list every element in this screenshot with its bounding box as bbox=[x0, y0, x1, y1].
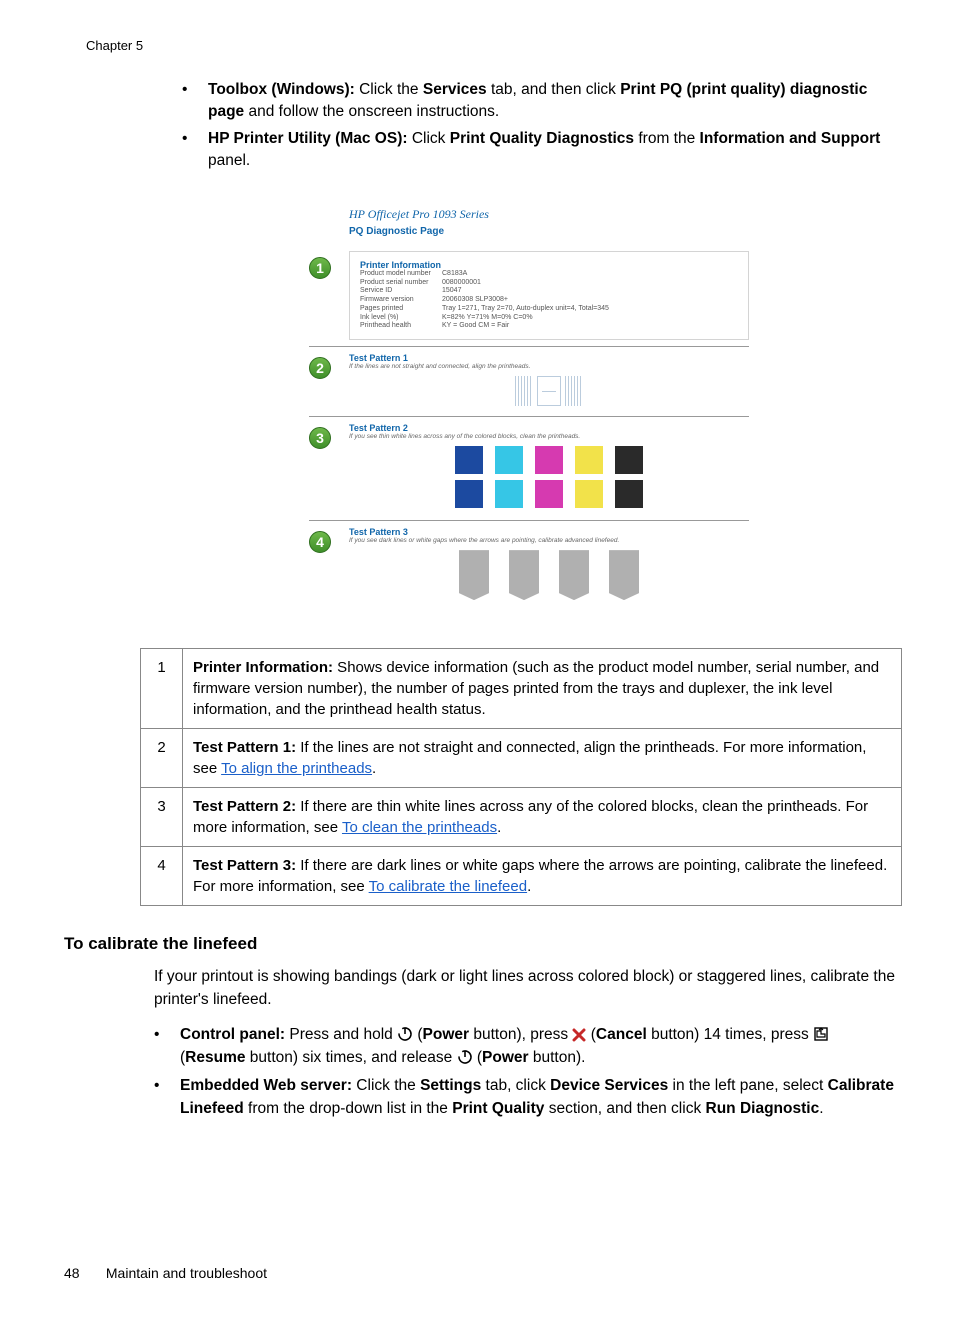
bullet-dot: • bbox=[182, 128, 208, 173]
power-icon bbox=[457, 1049, 473, 1065]
legend-num: 2 bbox=[141, 729, 183, 788]
bold-text: Cancel bbox=[596, 1026, 647, 1043]
bullet-text: Control panel: Press and hold (Power but… bbox=[180, 1023, 898, 1070]
t: panel. bbox=[208, 152, 250, 169]
footer-section: Maintain and troubleshoot bbox=[106, 1265, 267, 1281]
intro-para: If your printout is showing bandings (da… bbox=[154, 966, 898, 1011]
table-row: 1 Printer Information: Shows device info… bbox=[141, 649, 902, 729]
table-row: 2 Test Pattern 1: If the lines are not s… bbox=[141, 729, 902, 788]
printer-info-title: Printer Information bbox=[360, 260, 738, 270]
bold-text: Print Quality bbox=[452, 1100, 544, 1117]
b: HP Printer Utility (Mac OS): bbox=[208, 130, 408, 147]
resume-icon bbox=[813, 1026, 829, 1042]
bullet-dot: • bbox=[154, 1023, 180, 1070]
tp1-pattern bbox=[349, 376, 749, 406]
heading-calibrate-linefeed: To calibrate the linefeed bbox=[64, 934, 902, 954]
bullet-dot: • bbox=[154, 1074, 180, 1121]
legend-desc: Test Pattern 1: If the lines are not str… bbox=[183, 729, 902, 788]
tp2-title: Test Pattern 2 bbox=[349, 423, 749, 433]
tp1-title: Test Pattern 1 bbox=[349, 353, 749, 363]
bullet-text: Embedded Web server: Click the Settings … bbox=[180, 1074, 898, 1121]
table-row: 4 Test Pattern 3: If there are dark line… bbox=[141, 847, 902, 906]
main-content: • Toolbox (Windows): Click the Services … bbox=[182, 79, 902, 1120]
link-clean-printheads[interactable]: To clean the printheads bbox=[342, 819, 497, 836]
t: Click bbox=[408, 130, 450, 147]
printer-info-labels: Product model number Product serial numb… bbox=[360, 270, 442, 331]
top-bullet-list: • Toolbox (Windows): Click the Services … bbox=[182, 79, 902, 173]
tp1-sub: If the lines are not straight and connec… bbox=[349, 363, 749, 370]
diagnostic-page-figure: HP Officejet Pro 1093 Series PQ Diagnost… bbox=[156, 207, 902, 614]
bold-text: Resume bbox=[185, 1049, 245, 1066]
tp3-sub: If you see dark lines or white gaps wher… bbox=[349, 537, 749, 544]
tp2-row-1 bbox=[349, 446, 749, 474]
b: Services bbox=[423, 81, 487, 98]
callout-3: 3 bbox=[309, 427, 331, 449]
bullet-dot: • bbox=[182, 79, 208, 124]
table-row: 3 Test Pattern 2: If there are thin whit… bbox=[141, 788, 902, 847]
page-footer: 48 Maintain and troubleshoot bbox=[64, 1265, 267, 1281]
t: from the bbox=[634, 130, 699, 147]
diagram-header: HP Officejet Pro 1093 Series bbox=[349, 207, 749, 222]
legend-desc: Test Pattern 3: If there are dark lines … bbox=[183, 847, 902, 906]
bold-text: Settings bbox=[420, 1077, 481, 1094]
legend-num: 3 bbox=[141, 788, 183, 847]
tp3-title: Test Pattern 3 bbox=[349, 527, 749, 537]
page-number: 48 bbox=[64, 1265, 102, 1281]
power-icon bbox=[397, 1026, 413, 1042]
bold-text: Power bbox=[482, 1049, 529, 1066]
t: tab, and then click bbox=[487, 81, 621, 98]
b: Information and Support bbox=[700, 130, 881, 147]
link-calibrate-linefeed[interactable]: To calibrate the linefeed bbox=[369, 878, 527, 895]
bullet-text: Toolbox (Windows): Click the Services ta… bbox=[208, 79, 902, 124]
cancel-icon bbox=[572, 1028, 586, 1042]
callout-4: 4 bbox=[309, 531, 331, 553]
callout-2: 2 bbox=[309, 357, 331, 379]
bold-text: Device Services bbox=[550, 1077, 668, 1094]
bottom-bullet-list: • Control panel: Press and hold (Power b… bbox=[154, 1023, 898, 1120]
diagram-subheader: PQ Diagnostic Page bbox=[349, 226, 749, 237]
printer-info-values: C8183A 0080000001 15047 20060308 SLP3008… bbox=[442, 270, 738, 331]
t: Click the bbox=[355, 81, 423, 98]
legend-table: 1 Printer Information: Shows device info… bbox=[140, 648, 902, 906]
bold-text: Power bbox=[423, 1026, 470, 1043]
chapter-label: Chapter 5 bbox=[86, 38, 890, 53]
t: and follow the onscreen instructions. bbox=[244, 103, 499, 120]
b: Print Quality Diagnostics bbox=[450, 130, 634, 147]
callout-1: 1 bbox=[309, 257, 331, 279]
legend-desc: Test Pattern 2: If there are thin white … bbox=[183, 788, 902, 847]
tp2-sub: If you see thin white lines across any o… bbox=[349, 433, 749, 440]
bullet-text: HP Printer Utility (Mac OS): Click Print… bbox=[208, 128, 902, 173]
legend-num: 1 bbox=[141, 649, 183, 729]
link-align-printheads[interactable]: To align the printheads bbox=[221, 760, 372, 777]
tp2-row-2 bbox=[349, 480, 749, 508]
legend-num: 4 bbox=[141, 847, 183, 906]
legend-desc: Printer Information: Shows device inform… bbox=[183, 649, 902, 729]
tp3-pattern bbox=[349, 550, 749, 600]
label: Toolbox (Windows): bbox=[208, 81, 355, 98]
bold-text: Run Diagnostic bbox=[706, 1100, 820, 1117]
